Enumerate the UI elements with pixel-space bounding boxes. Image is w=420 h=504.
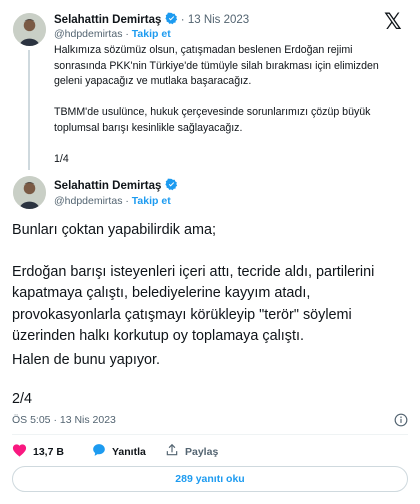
share-button[interactable]: Paylaş bbox=[165, 443, 218, 460]
author-name[interactable]: Selahattin Demirtaş bbox=[54, 14, 161, 26]
author-handle[interactable]: @hdpdemirtas bbox=[54, 28, 122, 40]
tweet2-text-paragraph-3: Halen de bunu yapıyor. bbox=[12, 352, 161, 368]
share-icon bbox=[165, 443, 179, 460]
separator-dot: · bbox=[180, 14, 185, 26]
separator-dot: · bbox=[125, 195, 129, 207]
share-label: Paylaş bbox=[185, 445, 219, 458]
tweet-timestamp[interactable]: ÖS 5:05 · 13 Nis 2023 bbox=[12, 414, 116, 426]
read-replies-button[interactable]: 289 yanıtı oku bbox=[12, 466, 408, 492]
heart-icon bbox=[12, 443, 27, 460]
tweet1-counter: 1/4 bbox=[54, 153, 69, 165]
tweet1-text-paragraph-1: Halkımıza sözümüz olsun, çatışmadan besl… bbox=[54, 44, 379, 87]
verified-badge-icon bbox=[165, 12, 178, 28]
author-handle[interactable]: @hdpdemirtas bbox=[54, 195, 122, 207]
avatar-tweet2[interactable] bbox=[13, 176, 46, 209]
verified-badge-icon bbox=[165, 178, 178, 194]
tweet-date[interactable]: 13 Nis 2023 bbox=[188, 14, 249, 26]
tweet2-counter: 2/4 bbox=[12, 391, 33, 407]
follow-link[interactable]: Takip et bbox=[132, 195, 171, 207]
reply-bubble-icon bbox=[92, 443, 106, 460]
divider bbox=[12, 434, 408, 435]
like-button[interactable]: 13,7 B bbox=[12, 443, 64, 460]
reply-label: Yanıtla bbox=[112, 445, 146, 458]
separator-dot: · bbox=[125, 28, 129, 40]
tweet2-text-paragraph-2: Erdoğan barışı isteyenleri içeri attı, t… bbox=[12, 264, 375, 344]
tweet2-text-paragraph-1: Bunları çoktan yapabilirdik ama; bbox=[12, 222, 216, 238]
x-logo-icon[interactable]: 𝕏 bbox=[384, 12, 402, 34]
author-name[interactable]: Selahattin Demirtaş bbox=[54, 180, 161, 192]
reply-button[interactable]: Yanıtla bbox=[92, 443, 146, 460]
thread-connector bbox=[28, 50, 30, 170]
follow-link[interactable]: Takip et bbox=[132, 28, 171, 40]
like-count: 13,7 B bbox=[33, 445, 64, 458]
info-icon[interactable] bbox=[394, 413, 408, 432]
avatar-tweet1[interactable] bbox=[13, 13, 46, 46]
tweet1-text-paragraph-2: TBMM'de usulünce, hukuk çerçevesinde sor… bbox=[54, 106, 371, 134]
